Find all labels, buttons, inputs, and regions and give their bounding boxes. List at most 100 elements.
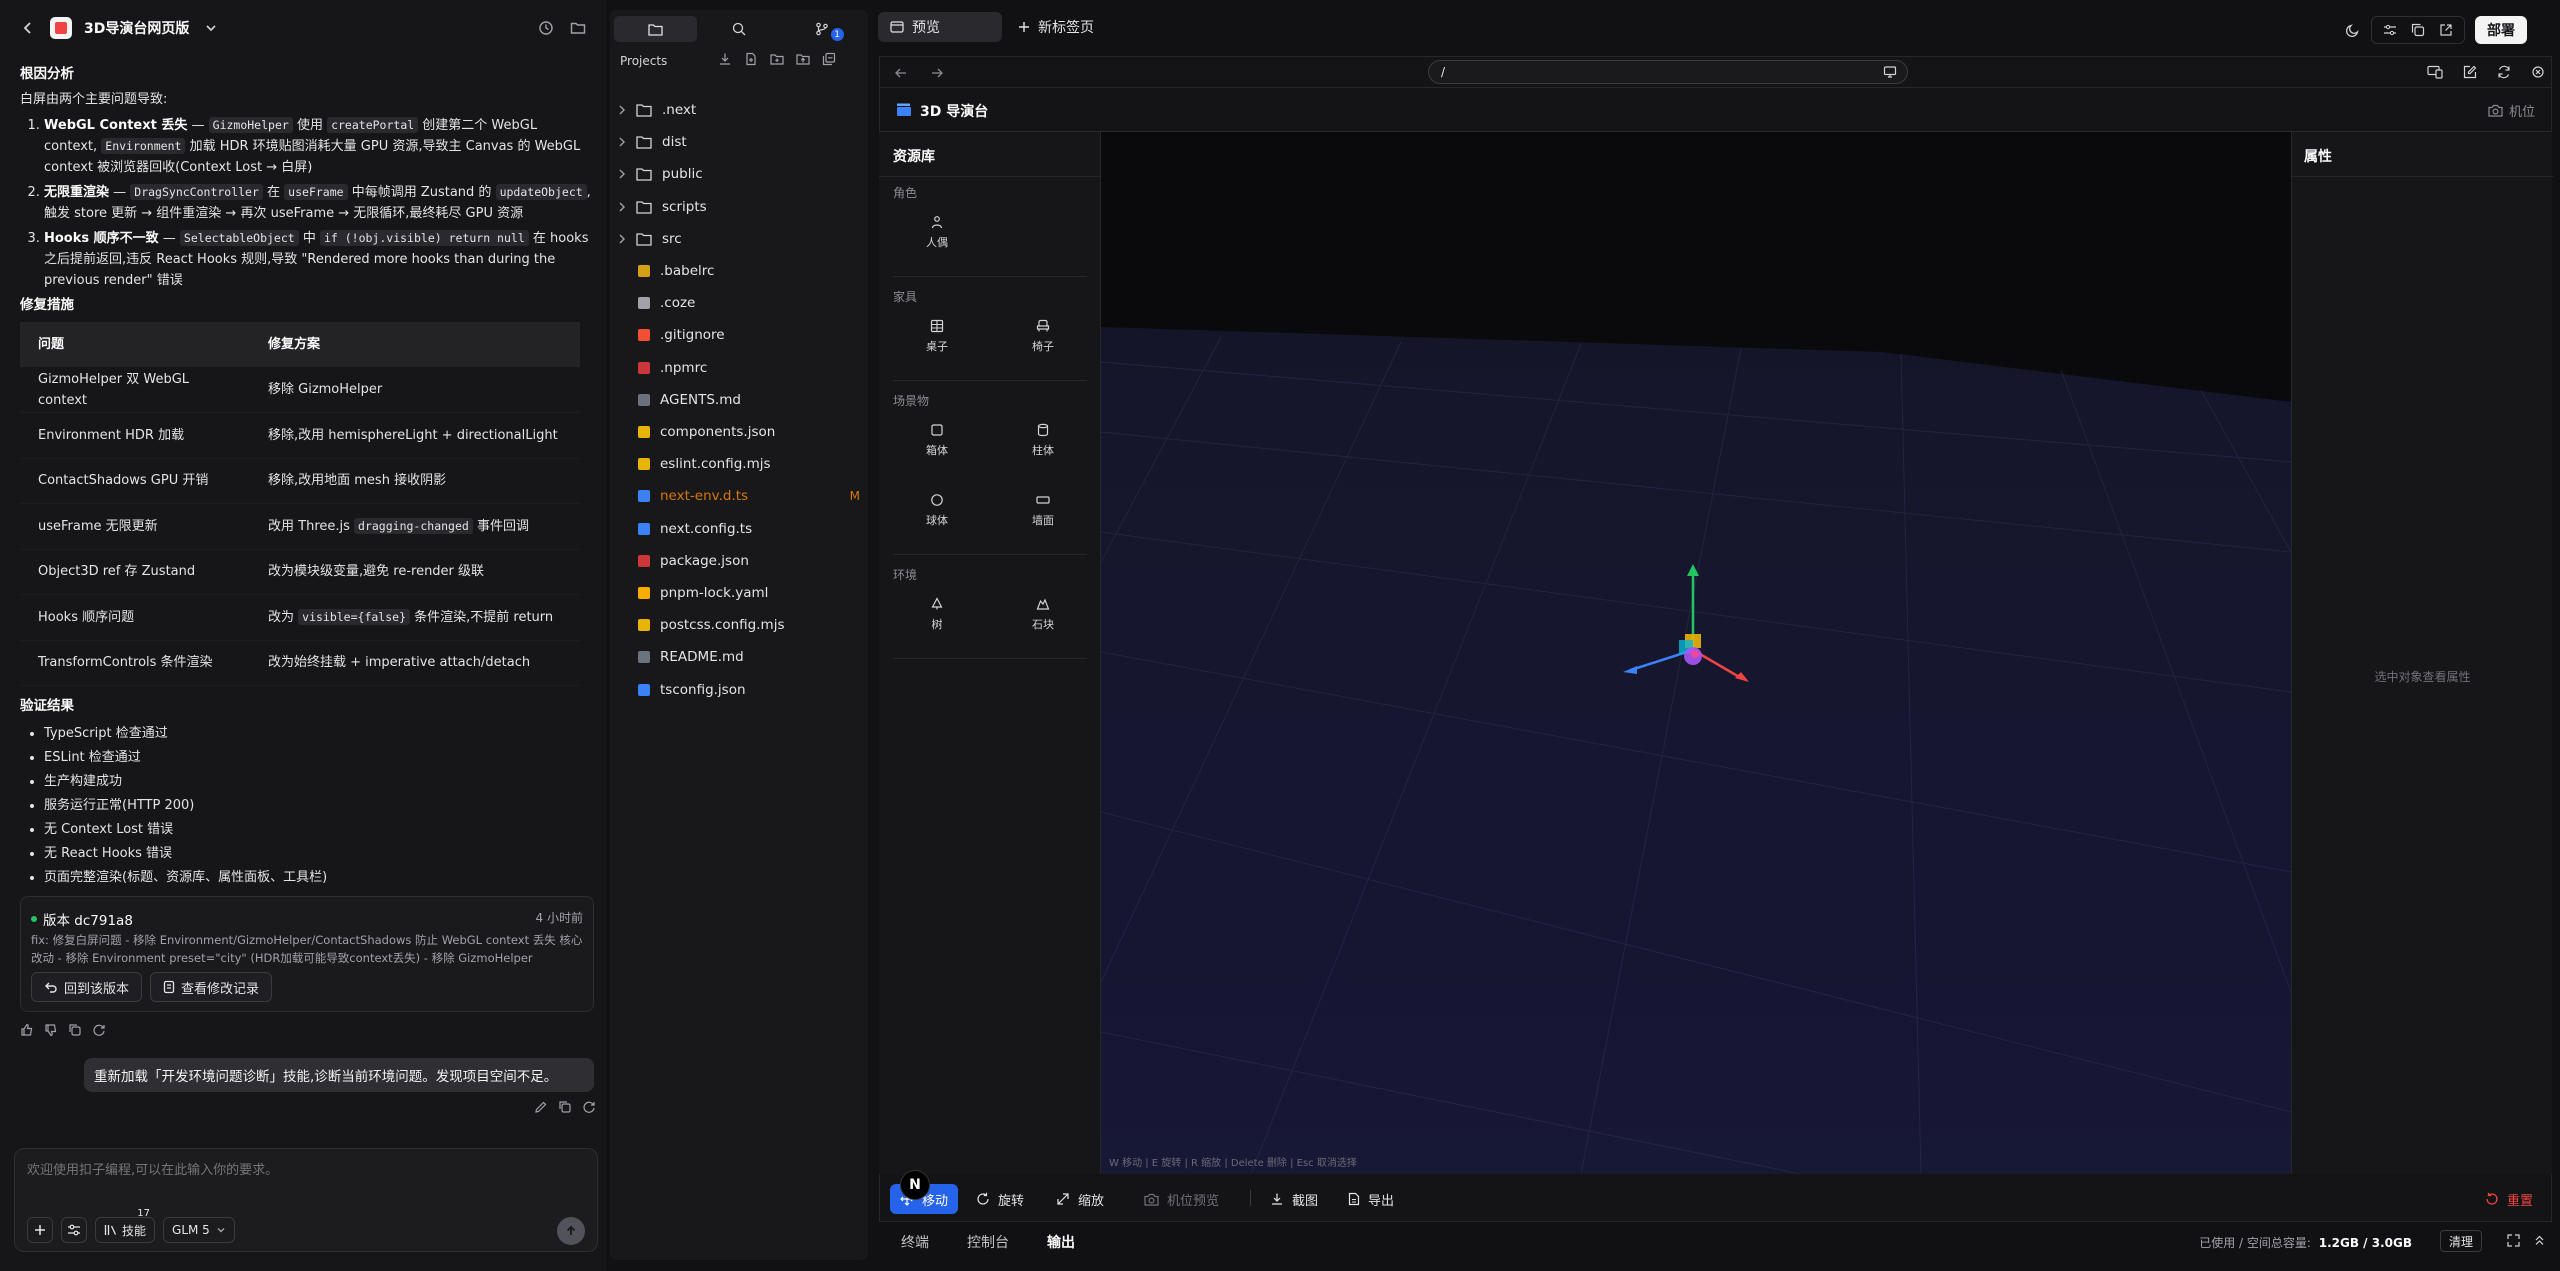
clean-button[interactable]: 清理: [2439, 1230, 2482, 1252]
skills-button[interactable]: 技能 17: [95, 1208, 156, 1243]
asset-item[interactable]: 箱体: [889, 412, 985, 468]
camera-button[interactable]: 机位: [2488, 101, 2535, 120]
tab-new[interactable]: 新标签页: [1006, 12, 1106, 42]
duplicate-icon[interactable]: [2404, 23, 2432, 37]
file-item[interactable]: eslint.config.mjs: [610, 448, 868, 480]
asset-label: 柱体: [1032, 443, 1054, 457]
asset-item[interactable]: 树: [889, 586, 985, 642]
view-history-button[interactable]: 查看修改记录: [150, 972, 273, 1002]
regenerate-icon[interactable]: [582, 1100, 596, 1114]
add-button[interactable]: [27, 1217, 53, 1243]
url-bar[interactable]: /: [1428, 60, 1908, 84]
file-item[interactable]: .coze: [610, 287, 868, 319]
new-file-icon[interactable]: [744, 52, 758, 66]
chevrons-up-icon[interactable]: [2533, 1234, 2546, 1247]
tab-search[interactable]: [697, 16, 780, 42]
file-item[interactable]: next-env.d.ts M: [610, 480, 868, 512]
file-item[interactable]: pnpm-lock.yaml: [610, 577, 868, 609]
thumbs-down-icon[interactable]: [44, 1023, 58, 1037]
edit-icon[interactable]: [2463, 65, 2477, 79]
monitor-icon[interactable]: [1883, 65, 1897, 79]
asset-item[interactable]: 墙面: [995, 482, 1091, 538]
tab-terminal[interactable]: 终端: [901, 1232, 929, 1252]
device-icon[interactable]: [2427, 65, 2443, 79]
edit-icon[interactable]: [534, 1100, 548, 1114]
file-item[interactable]: AGENTS.md: [610, 384, 868, 416]
back-icon[interactable]: [18, 18, 38, 38]
file-item[interactable]: README.md: [610, 641, 868, 673]
scale-tool-button[interactable]: 缩放: [1046, 1184, 1114, 1214]
folder-item[interactable]: scripts: [610, 191, 868, 223]
asset-item[interactable]: 柱体: [995, 412, 1091, 468]
folder-item[interactable]: src: [610, 223, 868, 255]
fix-header-problem: 问题: [20, 322, 250, 367]
tab-source-control[interactable]: 1: [781, 16, 864, 42]
open-external-icon[interactable]: [2432, 23, 2460, 37]
cylinder-icon: [1037, 423, 1049, 436]
forward-nav-icon[interactable]: [930, 66, 944, 80]
asset-section-title: 场景物: [893, 394, 930, 408]
hard-refresh-icon[interactable]: [2531, 65, 2545, 79]
regenerate-icon[interactable]: [92, 1023, 106, 1037]
history-icon[interactable]: [536, 18, 556, 38]
theme-toggle[interactable]: [2345, 22, 2361, 38]
download-icon[interactable]: [718, 52, 732, 66]
rotate-tool-button[interactable]: 旋转: [966, 1184, 1034, 1214]
reset-button[interactable]: 重置: [2475, 1184, 2543, 1214]
tab-output[interactable]: 输出: [1047, 1232, 1075, 1252]
project-title[interactable]: 3D导演台网页版: [84, 18, 189, 38]
send-button[interactable]: [557, 1217, 585, 1245]
settings-icon[interactable]: [2376, 23, 2404, 37]
file-name: public: [662, 166, 703, 183]
asset-item[interactable]: 椅子: [995, 308, 1091, 364]
table-row: Environment HDR 加载 移除,改用 hemisphereLight …: [20, 412, 580, 459]
screenshot-button[interactable]: 截图: [1260, 1184, 1328, 1214]
file-item[interactable]: next.config.ts: [610, 513, 868, 545]
tab-console[interactable]: 控制台: [967, 1232, 1009, 1252]
tab-files[interactable]: [614, 16, 698, 42]
file-item[interactable]: components.json: [610, 416, 868, 448]
new-folder-icon[interactable]: [770, 52, 784, 66]
file-item[interactable]: package.json: [610, 545, 868, 577]
thumbs-up-icon[interactable]: [20, 1023, 34, 1037]
fix-solution-text: 移除,改用地面 mesh 接收阴影: [268, 473, 447, 489]
camera-preview-button[interactable]: 机位预览: [1134, 1184, 1229, 1214]
file-item[interactable]: .npmrc: [610, 352, 868, 384]
maximize-icon[interactable]: [2507, 1234, 2520, 1247]
model-selector[interactable]: GLM 5: [163, 1217, 235, 1243]
asset-item[interactable]: 桌子: [889, 308, 985, 364]
chat-input[interactable]: [27, 1159, 587, 1199]
settings-button[interactable]: [61, 1217, 87, 1243]
back-nav-icon[interactable]: [894, 66, 908, 80]
list-item: 服务运行正常(HTTP 200): [44, 795, 594, 819]
cause-text: 中每帧调用 Zustand 的: [347, 185, 496, 200]
file-item[interactable]: tsconfig.json: [610, 674, 868, 706]
file-item[interactable]: .gitignore: [610, 319, 868, 351]
collapse-all-icon[interactable]: [822, 52, 836, 66]
folder-item[interactable]: .next: [610, 94, 868, 126]
storage-value: 1.2GB / 3.0GB: [2318, 1236, 2412, 1250]
file-item[interactable]: .babelrc: [610, 255, 868, 287]
scene-canvas[interactable]: [1101, 132, 2291, 1174]
chevron-down-icon[interactable]: [201, 18, 221, 38]
upload-icon[interactable]: [796, 52, 810, 66]
copy-icon[interactable]: [558, 1100, 572, 1114]
viewport-3d[interactable]: W 移动 | E 旋转 | R 缩放 | Delete 删除 | Esc 取消选…: [1101, 132, 2291, 1174]
asset-item[interactable]: 球体: [889, 482, 985, 538]
file-item[interactable]: postcss.config.mjs: [610, 609, 868, 641]
asset-item[interactable]: 石块: [995, 586, 1091, 642]
folder-item[interactable]: public: [610, 158, 868, 190]
restore-version-button[interactable]: 回到该版本: [31, 972, 143, 1002]
asset-item[interactable]: 人偶: [889, 204, 985, 260]
assistant-avatar[interactable]: N: [900, 1170, 930, 1200]
deploy-button[interactable]: 部署: [2475, 16, 2527, 44]
folder-icon[interactable]: [568, 18, 588, 38]
skills-label: 技能: [122, 1223, 147, 1238]
refresh-icon[interactable]: [2497, 65, 2511, 79]
folder-item[interactable]: dist: [610, 126, 868, 158]
export-button[interactable]: 导出: [1338, 1184, 1404, 1214]
copy-icon[interactable]: [68, 1023, 82, 1037]
fix-solution-cell: 改为 visible={false} 条件渲染,不提前 return: [250, 594, 580, 641]
tab-preview[interactable]: 预览: [878, 12, 1002, 42]
cause-title: Hooks 顺序不一致: [44, 231, 159, 246]
